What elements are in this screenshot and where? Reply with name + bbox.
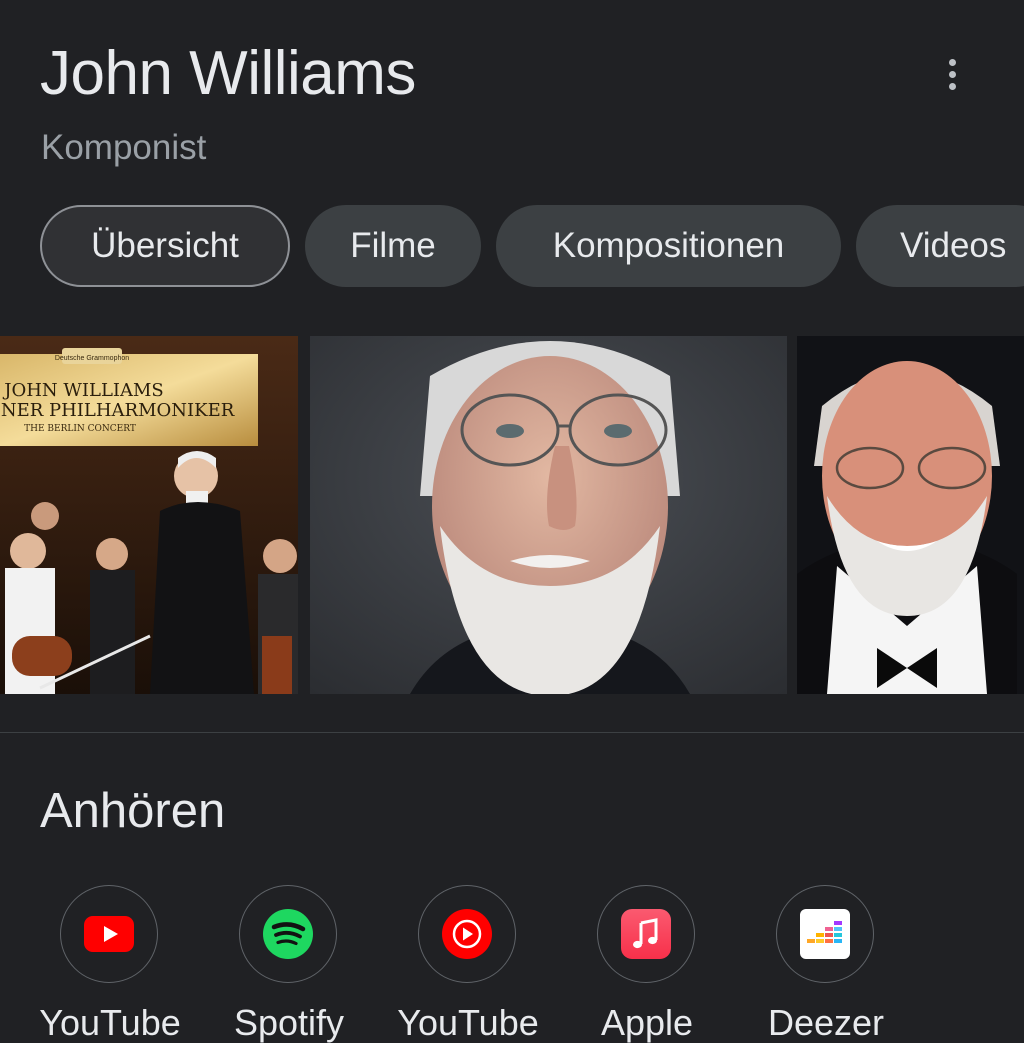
album-label-title: THE BERLIN CONCERT xyxy=(24,424,136,434)
more-vert-icon-dot xyxy=(948,82,956,90)
filter-chips: Übersicht Filme Kompositionen Videos xyxy=(40,205,1024,287)
service-label: Deezer xyxy=(767,1002,885,1043)
service-label: Spotify xyxy=(233,1002,345,1043)
album-label-orchestra: INER PHILHARMONIKER xyxy=(0,400,235,421)
portrait-closeup-image[interactable] xyxy=(310,336,787,694)
service-label: YouTube xyxy=(39,1002,181,1043)
more-vert-icon xyxy=(948,58,956,66)
service-apple-music-circle xyxy=(597,885,695,983)
service-deezer-circle xyxy=(776,885,874,983)
album-label-brand: Deutsche Grammophon xyxy=(55,355,129,362)
service-label: YouTube xyxy=(397,1002,539,1043)
tab-compositions[interactable]: Kompositionen xyxy=(496,205,841,287)
tab-videos[interactable]: Videos xyxy=(856,205,1024,287)
section-divider xyxy=(0,732,1024,733)
page-subtitle: Komponist xyxy=(41,128,207,167)
service-spotify-circle xyxy=(239,885,337,983)
album-label-artist: JOHN WILLIAMS xyxy=(2,380,164,401)
listen-section-title: Anhören xyxy=(40,784,226,838)
tab-films[interactable]: Filme xyxy=(305,205,481,287)
image-carousel: Deutsche Grammophon JOHN WILLIAMS INER P… xyxy=(0,336,1024,694)
apple-music-icon xyxy=(621,909,671,959)
more-options-button[interactable] xyxy=(926,48,978,100)
page-title: John Williams xyxy=(40,39,416,108)
tab-overview[interactable]: Übersicht xyxy=(40,205,290,287)
deezer-icon xyxy=(800,909,850,959)
youtube-music-icon xyxy=(442,909,492,959)
album-cover-image[interactable]: Deutsche Grammophon JOHN WILLIAMS INER P… xyxy=(0,336,298,694)
youtube-icon xyxy=(84,916,134,952)
service-youtube-music-circle xyxy=(418,885,516,983)
service-youtube-circle xyxy=(60,885,158,983)
service-label: Apple xyxy=(600,1002,694,1043)
spotify-icon xyxy=(263,909,313,959)
more-vert-icon-dot xyxy=(948,70,956,78)
portrait-smiling-image[interactable] xyxy=(797,336,1024,694)
